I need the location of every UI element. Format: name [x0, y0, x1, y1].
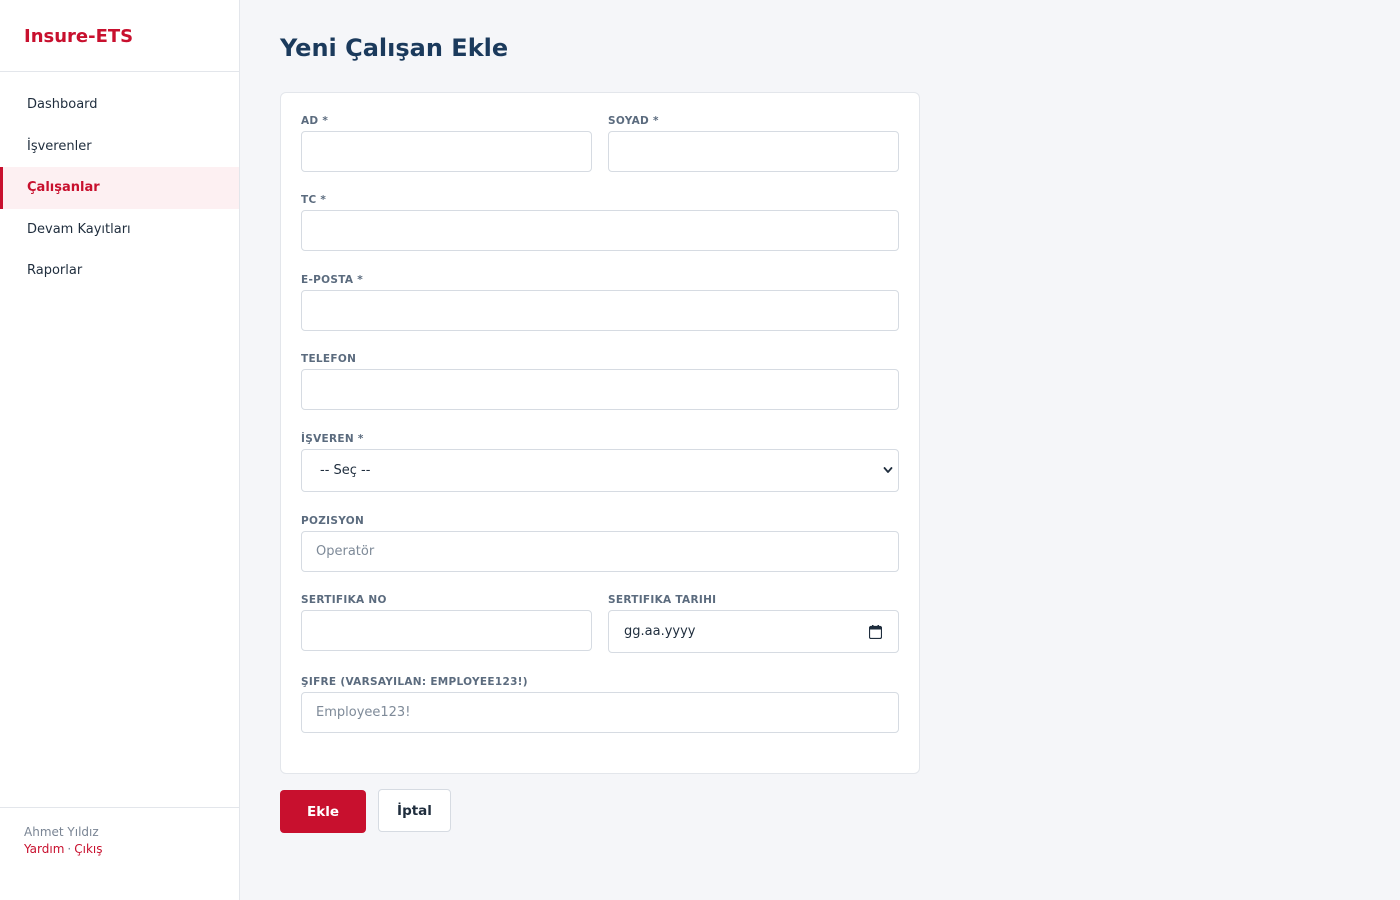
employer-label: İşveren * — [301, 433, 364, 445]
password-group: Şifre (Varsayılan: Employee123!) — [301, 676, 899, 733]
tc-label: TC * — [301, 194, 327, 206]
brand-logo-text[interactable]: Insure-ETS — [24, 26, 133, 47]
sidebar-nav: Dashboard İşverenler Çalışanlar Devam Ka… — [0, 72, 239, 292]
certificate-no-input[interactable] — [301, 610, 592, 651]
email-group: E-posta * — [301, 274, 899, 331]
sidebar-footer: Ahmet Yıldız Yardım · Çıkış — [0, 807, 239, 900]
page-title: Yeni Çalışan Ekle — [280, 34, 509, 62]
certificate-date-group: Sertifika Tarihi gg.aa.yyyy — [608, 594, 899, 653]
employer-group: İşveren * -- Seç -- — [301, 433, 899, 492]
tc-input[interactable] — [301, 210, 899, 251]
phone-label: Telefon — [301, 353, 357, 365]
password-input[interactable] — [301, 692, 899, 733]
phone-group: Telefon — [301, 353, 899, 410]
employer-select[interactable]: -- Seç -- — [301, 449, 899, 492]
email-input[interactable] — [301, 290, 899, 331]
first-name-label: Ad * — [301, 115, 329, 127]
sidebar: Insure-ETS Dashboard İşverenler Çalışanl… — [0, 0, 240, 900]
employee-form: Ad * Soyad * TC * E-posta * Telefon İşve… — [280, 92, 920, 774]
sidebar-item-reports[interactable]: Raporlar — [0, 250, 239, 292]
last-name-input[interactable] — [608, 131, 899, 172]
first-name-group: Ad * — [301, 115, 592, 172]
last-name-group: Soyad * — [608, 115, 899, 172]
sidebar-item-employers[interactable]: İşverenler — [0, 126, 239, 168]
password-label: Şifre (Varsayılan: Employee123!) — [301, 676, 528, 688]
certificate-date-value: gg.aa.yyyy — [624, 624, 696, 639]
position-input[interactable] — [301, 531, 899, 572]
position-group: Pozisyon — [301, 515, 899, 572]
user-name: Ahmet Yıldız — [24, 825, 99, 839]
brand: Insure-ETS — [0, 0, 239, 72]
position-label: Pozisyon — [301, 515, 365, 527]
logout-link[interactable]: Çıkış — [74, 842, 102, 856]
last-name-label: Soyad * — [608, 115, 659, 127]
certificate-date-input[interactable]: gg.aa.yyyy — [608, 610, 899, 653]
sidebar-item-dashboard[interactable]: Dashboard — [0, 84, 239, 126]
sidebar-item-employees[interactable]: Çalışanlar — [0, 167, 239, 209]
cancel-button[interactable]: İptal — [378, 789, 451, 832]
email-label: E-posta * — [301, 274, 364, 286]
calendar-icon[interactable] — [869, 625, 882, 639]
phone-input[interactable] — [301, 369, 899, 410]
chevron-down-icon — [883, 467, 893, 473]
add-button[interactable]: Ekle — [280, 790, 366, 833]
help-link[interactable]: Yardım — [24, 842, 64, 856]
sidebar-item-attendance[interactable]: Devam Kayıtları — [0, 209, 239, 251]
footer-separator: · — [67, 842, 72, 856]
certificate-date-label: Sertifika Tarihi — [608, 594, 717, 606]
employer-select-value: -- Seç -- — [320, 463, 371, 478]
first-name-input[interactable] — [301, 131, 592, 172]
tc-group: TC * — [301, 194, 899, 251]
certificate-no-label: Sertifika No — [301, 594, 387, 606]
certificate-no-group: Sertifika No — [301, 594, 592, 651]
footer-links: Yardım · Çıkış — [24, 842, 239, 856]
